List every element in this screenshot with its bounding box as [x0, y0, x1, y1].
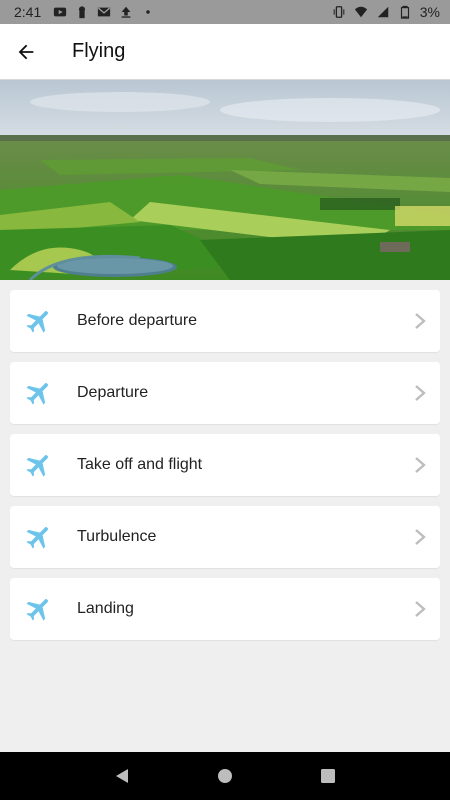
recents-square-icon: [321, 769, 336, 783]
list-item-label: Take off and flight: [77, 456, 203, 473]
battery-icon: [400, 5, 409, 19]
list-item-landing[interactable]: Landing: [10, 578, 440, 640]
dot-icon: [146, 10, 150, 14]
arrow-back-icon: [18, 44, 34, 59]
list-item-take-off-and-flight[interactable]: Take off and flight: [10, 434, 440, 496]
chevron-right-icon: [400, 362, 440, 424]
list-item-before-departure[interactable]: Before departure: [10, 290, 440, 352]
signal-icon: [377, 6, 389, 18]
gmail-icon: [98, 7, 111, 17]
hero-image: [0, 80, 450, 280]
chevron-right-icon: [400, 506, 440, 568]
list-item-label: Before departure: [77, 312, 198, 329]
airplane-icon: [10, 290, 68, 352]
wifi-icon: [354, 6, 367, 18]
list-item-turbulence[interactable]: Turbulence: [10, 506, 440, 568]
menu-list: Before departure Departure Take off and …: [10, 290, 440, 650]
status-time: 2:41: [14, 4, 42, 20]
page-title: Flying: [72, 40, 126, 62]
system-nav-bar: [0, 752, 450, 800]
app-bar: Flying: [0, 24, 450, 80]
airplane-icon: [10, 578, 68, 640]
status-right: 3%: [332, 4, 440, 20]
list-item-label: Landing: [77, 600, 134, 617]
status-bar: 2:41 3%: [0, 0, 450, 24]
nav-back-button[interactable]: [102, 756, 142, 796]
youtube-icon: [54, 7, 67, 17]
aerial-farmland-photo: [0, 80, 450, 280]
home-circle-icon: [217, 769, 232, 783]
back-button[interactable]: [0, 24, 52, 80]
chevron-right-icon: [400, 578, 440, 640]
nav-home-button[interactable]: [205, 756, 245, 796]
airplane-icon: [10, 434, 68, 496]
keyhole-icon: [79, 6, 86, 19]
vibrate-icon: [333, 6, 345, 18]
airplane-icon: [10, 506, 68, 568]
chevron-right-icon: [400, 290, 440, 352]
back-triangle-icon: [115, 769, 128, 783]
list-item-label: Turbulence: [77, 528, 157, 545]
nav-recents-button[interactable]: [308, 756, 348, 796]
battery-percent: 3%: [419, 4, 440, 20]
chevron-right-icon: [400, 434, 440, 496]
airplane-icon: [10, 362, 68, 424]
list-item-label: Departure: [77, 384, 149, 401]
upload-icon: [121, 6, 131, 18]
list-item-departure[interactable]: Departure: [10, 362, 440, 424]
status-left: 2:41: [14, 4, 155, 20]
